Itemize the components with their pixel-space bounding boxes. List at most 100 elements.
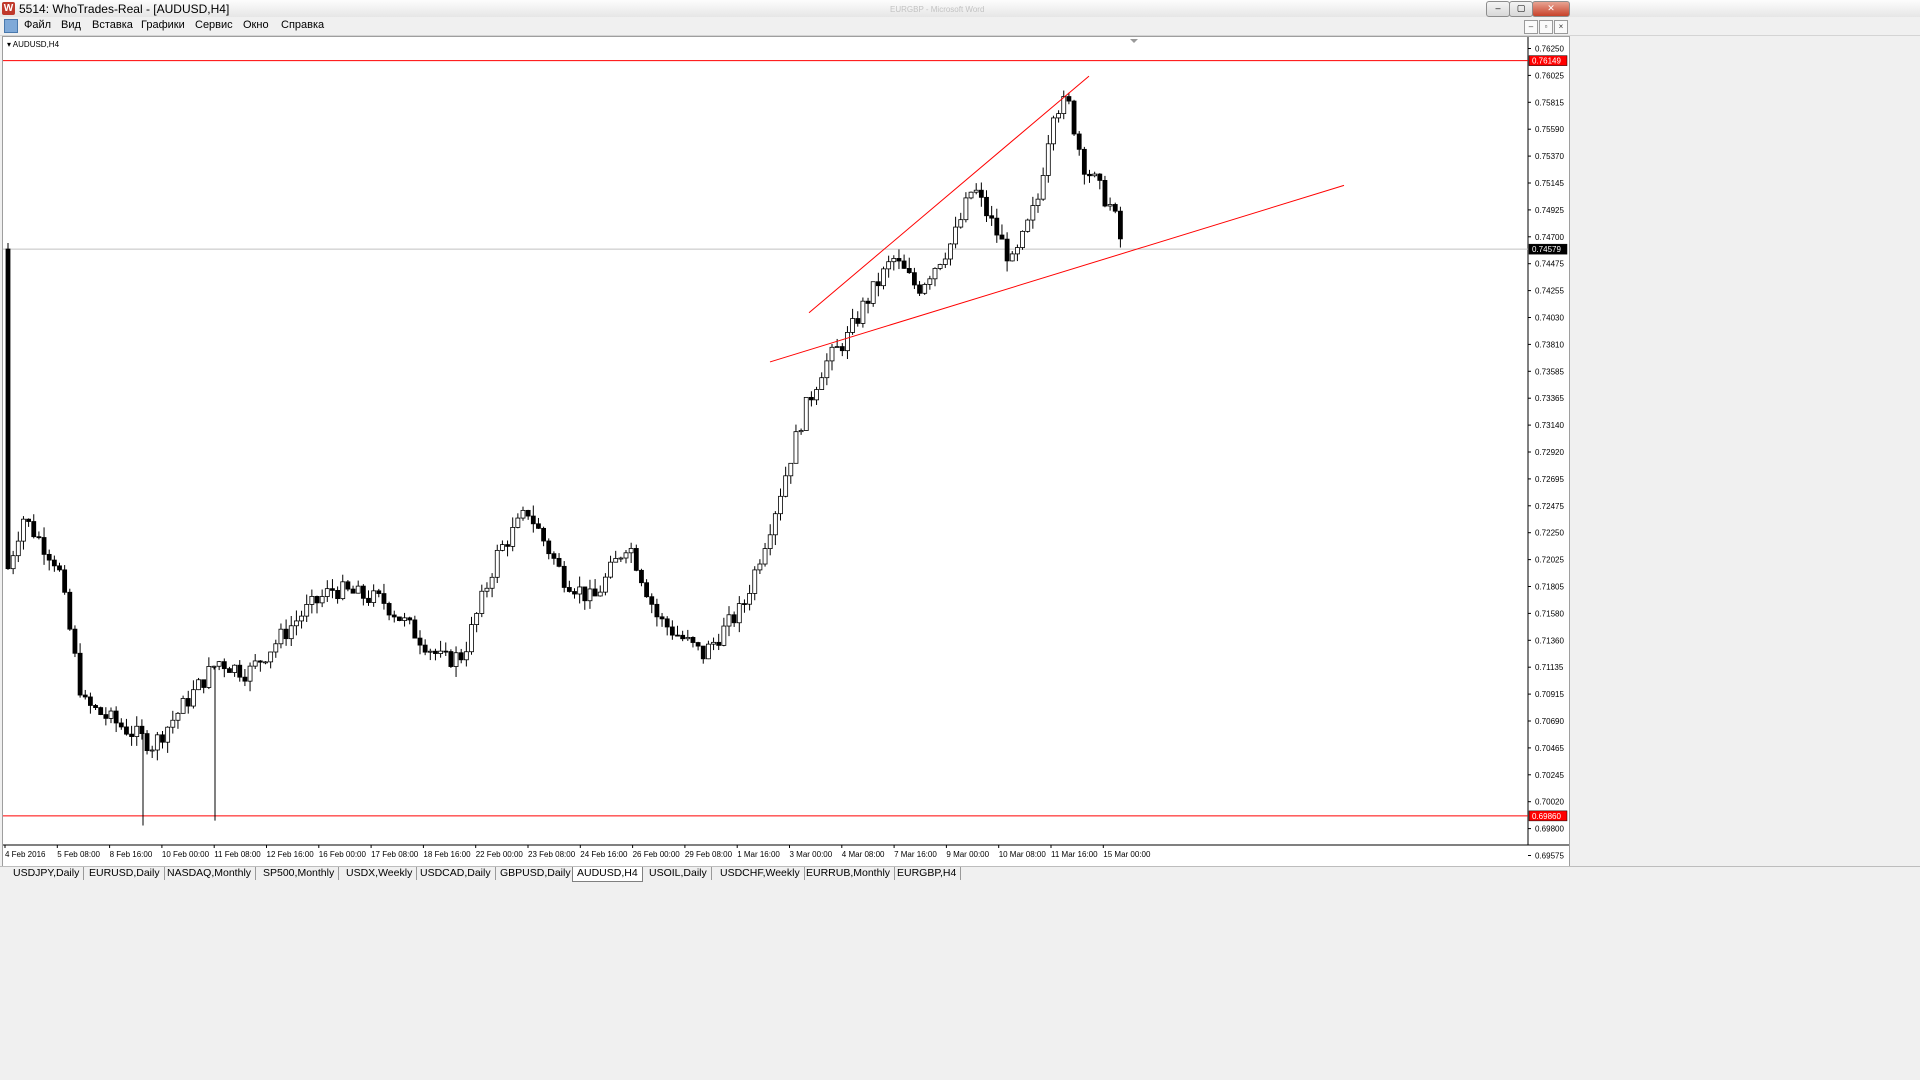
- current-price-tag-text: 0.74579: [1532, 245, 1561, 254]
- bull-candle: [1020, 230, 1025, 248]
- bear-candle: [62, 569, 68, 593]
- maximize-button[interactable]: ▢: [1509, 1, 1533, 17]
- tab-eurusd-daily[interactable]: EURUSD,Daily: [85, 867, 165, 880]
- title-bar: W 5514: WhoTrades-Real - [AUDUSD,H4] EUR…: [0, 0, 1920, 18]
- menu-charts[interactable]: Графики: [141, 19, 185, 31]
- bear-candle: [46, 553, 52, 561]
- bull-candle: [355, 585, 361, 594]
- bull-candle: [154, 734, 160, 751]
- time-label: 11 Feb 08:00: [214, 850, 261, 859]
- time-label: 22 Feb 00:00: [476, 850, 524, 859]
- menu-insert[interactable]: Вставка: [92, 19, 133, 31]
- menu-help[interactable]: Справка: [281, 19, 324, 31]
- app-icon[interactable]: W: [2, 2, 15, 15]
- tab-usdjpy-daily[interactable]: USDJPY,Daily: [9, 867, 85, 880]
- bull-candle: [577, 586, 583, 595]
- bear-candle: [654, 603, 660, 618]
- scroll-marker-icon: [1130, 39, 1138, 43]
- close-button[interactable]: ✕: [1532, 1, 1570, 17]
- chart-window[interactable]: 0.76250 0.76025 0.75815 0.75590 0.75370 0.751…: [2, 36, 1570, 868]
- price-label: 0.74030: [1535, 314, 1564, 323]
- bull-candle: [10, 555, 16, 570]
- bear-candle: [978, 189, 984, 198]
- price-label: 0.72920: [1535, 448, 1564, 457]
- bear-candle: [345, 581, 351, 590]
- bear-candle: [994, 217, 1000, 236]
- bull-candle: [803, 396, 809, 431]
- bull-candle: [958, 219, 964, 228]
- bull-candle: [783, 475, 789, 497]
- bear-candle: [875, 281, 881, 287]
- bull-candle: [788, 462, 794, 477]
- collapse-triangle-icon[interactable]: ▾: [7, 40, 11, 49]
- bear-candle: [201, 679, 207, 688]
- bear-candle: [1087, 173, 1092, 177]
- bull-candle: [1107, 204, 1113, 207]
- bear-candle: [633, 548, 639, 571]
- mdi-restore-button[interactable]: ▫: [1539, 20, 1553, 34]
- bear-candle: [41, 537, 47, 555]
- bear-candle: [376, 590, 382, 594]
- bull-candle: [402, 617, 407, 621]
- bull-candle: [685, 637, 691, 640]
- time-label: 8 Feb 16:00: [110, 850, 153, 859]
- bull-candle: [834, 346, 840, 348]
- bull-candle: [463, 651, 469, 661]
- price-label: 0.74925: [1535, 206, 1564, 215]
- price-label: 0.75815: [1535, 98, 1564, 107]
- mdi-minimize-button[interactable]: –: [1524, 20, 1538, 34]
- bull-candle: [932, 268, 938, 280]
- bear-candle: [917, 284, 922, 294]
- bear-candle: [314, 596, 320, 604]
- bull-candle: [891, 258, 897, 263]
- menu-window[interactable]: Окно: [243, 19, 269, 31]
- bull-candle: [299, 615, 304, 622]
- mdi-close-button[interactable]: ×: [1554, 20, 1568, 34]
- tab-sp500-monthly[interactable]: SP500,Monthly: [259, 867, 340, 880]
- tab-usdx-weekly[interactable]: USDX,Weekly: [342, 867, 418, 880]
- price-label: 0.71805: [1535, 583, 1564, 592]
- bear-candle: [675, 634, 680, 637]
- bear-candle: [88, 696, 93, 706]
- bear-candle: [257, 660, 263, 663]
- bull-candle: [778, 495, 783, 515]
- bull-candle: [1009, 253, 1015, 262]
- bull-candle: [747, 593, 752, 605]
- tab-usdcad-daily[interactable]: USDCAD,Daily: [416, 867, 496, 880]
- bear-candle: [124, 726, 129, 735]
- bull-candle: [937, 264, 943, 269]
- bear-candle: [644, 582, 649, 598]
- bull-candle: [293, 620, 299, 627]
- bull-candle: [278, 628, 284, 645]
- time-label: 26 Feb 00:00: [633, 850, 681, 859]
- bear-candle: [118, 722, 124, 728]
- bull-candle: [165, 726, 171, 743]
- bear-candle: [1004, 238, 1010, 262]
- tab-usoil-daily[interactable]: USOIL,Daily: [645, 867, 712, 880]
- bear-candle: [330, 588, 335, 591]
- menu-file[interactable]: Файл: [24, 19, 51, 31]
- bear-candle: [530, 515, 536, 525]
- tab-usdchf-weekly[interactable]: USDCHF,Weekly: [716, 867, 805, 880]
- tab-audusd-h4[interactable]: AUDUSD,H4: [572, 867, 643, 882]
- bull-candle: [479, 590, 485, 614]
- bear-candle: [443, 650, 449, 653]
- bull-candle: [752, 569, 758, 594]
- bull-candle: [340, 581, 346, 600]
- menu-service[interactable]: Сервис: [195, 19, 233, 31]
- minimize-button[interactable]: –: [1486, 1, 1510, 17]
- tab-eurrub-monthly[interactable]: EURRUB,Monthly: [802, 867, 896, 880]
- price-chart[interactable]: 0.76250 0.76025 0.75815 0.75590 0.75370 0.751…: [3, 37, 1569, 867]
- tab-eurgbp-h4[interactable]: EURGBP,H4: [893, 867, 962, 880]
- bull-candle: [772, 513, 778, 536]
- menu-view[interactable]: Вид: [61, 19, 81, 31]
- bear-candle: [391, 614, 397, 618]
- tab-gbpusd-daily[interactable]: GBPUSD,Daily: [496, 867, 576, 880]
- chart-window-icon[interactable]: [4, 19, 18, 33]
- bull-candle: [757, 563, 763, 571]
- bull-candle: [628, 548, 634, 554]
- time-label: 4 Mar 08:00: [842, 850, 885, 859]
- tab-nasdaq-monthly[interactable]: NASDAQ,Monthly: [163, 867, 257, 880]
- bear-candle: [906, 268, 912, 274]
- bear-candle: [572, 591, 577, 595]
